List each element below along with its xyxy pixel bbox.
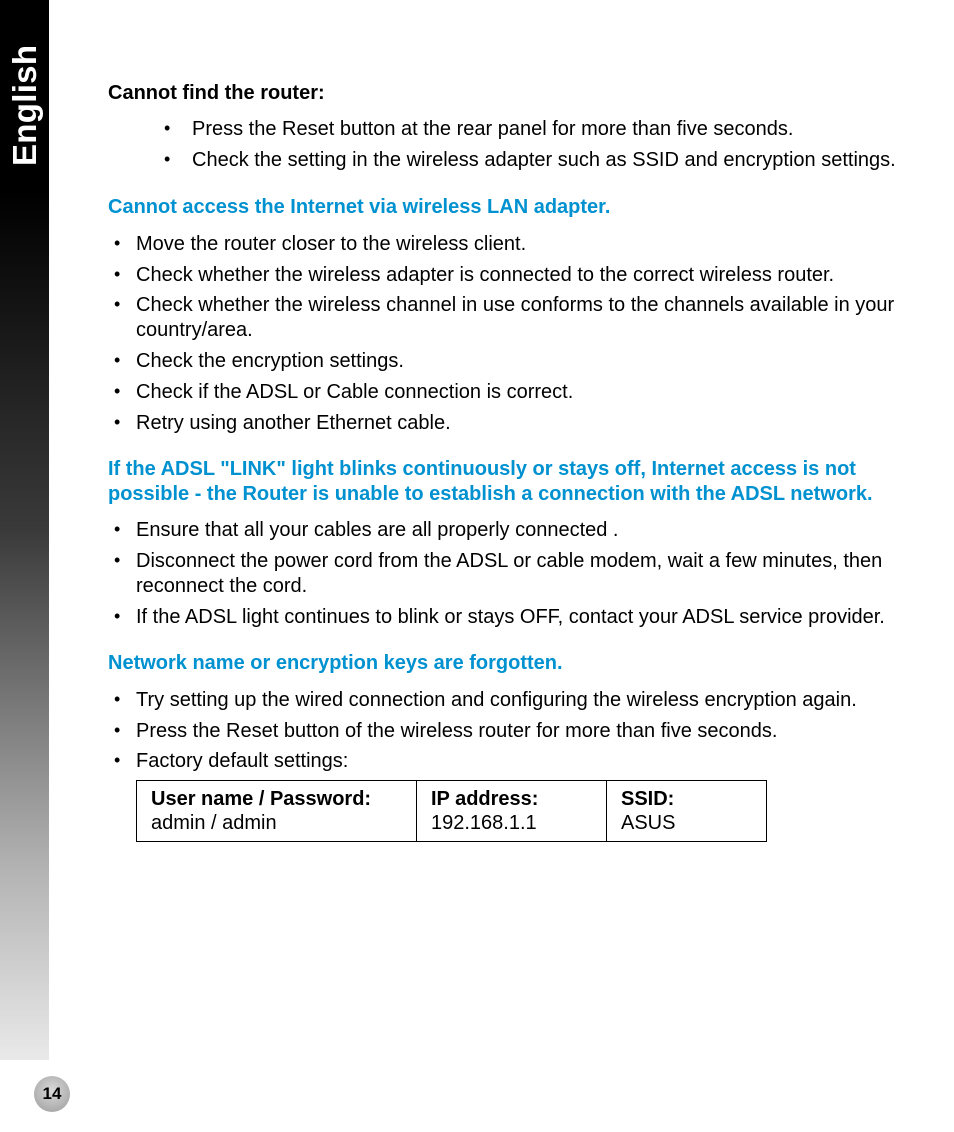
list-item: Retry using another Ethernet cable. bbox=[108, 411, 908, 436]
heading-cannot-access-internet: Cannot access the Internet via wireless … bbox=[108, 195, 908, 219]
list-item: Check the setting in the wireless adapte… bbox=[156, 148, 908, 173]
list-item: Ensure that all your cables are all prop… bbox=[108, 518, 908, 543]
side-gradient-bar: English bbox=[0, 0, 49, 1060]
heading-forgotten-keys: Network name or encryption keys are forg… bbox=[108, 651, 908, 675]
list-item: Check whether the wireless channel in us… bbox=[108, 293, 908, 343]
list-item: Press the Reset button of the wireless r… bbox=[108, 719, 908, 744]
label-ssid: SSID: bbox=[621, 788, 674, 810]
value-ssid: ASUS bbox=[621, 812, 675, 834]
list-item: Try setting up the wired connection and … bbox=[108, 688, 908, 713]
language-tab: English bbox=[6, 45, 44, 166]
cell-ssid: SSID: ASUS bbox=[607, 781, 767, 842]
factory-defaults-table: User name / Password: admin / admin IP a… bbox=[136, 780, 767, 842]
list-item: Check the encryption settings. bbox=[108, 349, 908, 374]
page-content: Cannot find the router: Press the Reset … bbox=[108, 82, 908, 842]
cell-ip: IP address: 192.168.1.1 bbox=[417, 781, 607, 842]
cell-user-pass: User name / Password: admin / admin bbox=[137, 781, 417, 842]
list-item: Check if the ADSL or Cable connection is… bbox=[108, 380, 908, 405]
list-item: Factory default settings: bbox=[108, 749, 908, 774]
value-user-pass: admin / admin bbox=[151, 812, 277, 834]
list-item: Check whether the wireless adapter is co… bbox=[108, 263, 908, 288]
heading-cannot-find-router: Cannot find the router: bbox=[108, 82, 908, 105]
list-item: Press the Reset button at the rear panel… bbox=[156, 117, 908, 142]
page-number: 14 bbox=[34, 1076, 70, 1112]
table-row: User name / Password: admin / admin IP a… bbox=[137, 781, 767, 842]
list-cannot-find-router: Press the Reset button at the rear panel… bbox=[156, 117, 908, 173]
list-forgotten-keys: Try setting up the wired connection and … bbox=[108, 688, 908, 774]
value-ip: 192.168.1.1 bbox=[431, 812, 537, 834]
list-item: Move the router closer to the wireless c… bbox=[108, 232, 908, 257]
list-cannot-access-internet: Move the router closer to the wireless c… bbox=[108, 232, 908, 436]
list-adsl-link: Ensure that all your cables are all prop… bbox=[108, 518, 908, 629]
list-item: Disconnect the power cord from the ADSL … bbox=[108, 549, 908, 599]
list-item: If the ADSL light continues to blink or … bbox=[108, 605, 908, 630]
label-ip: IP address: bbox=[431, 788, 538, 810]
label-user-pass: User name / Password: bbox=[151, 788, 371, 810]
heading-adsl-link: If the ADSL "LINK" light blinks continuo… bbox=[108, 457, 908, 506]
